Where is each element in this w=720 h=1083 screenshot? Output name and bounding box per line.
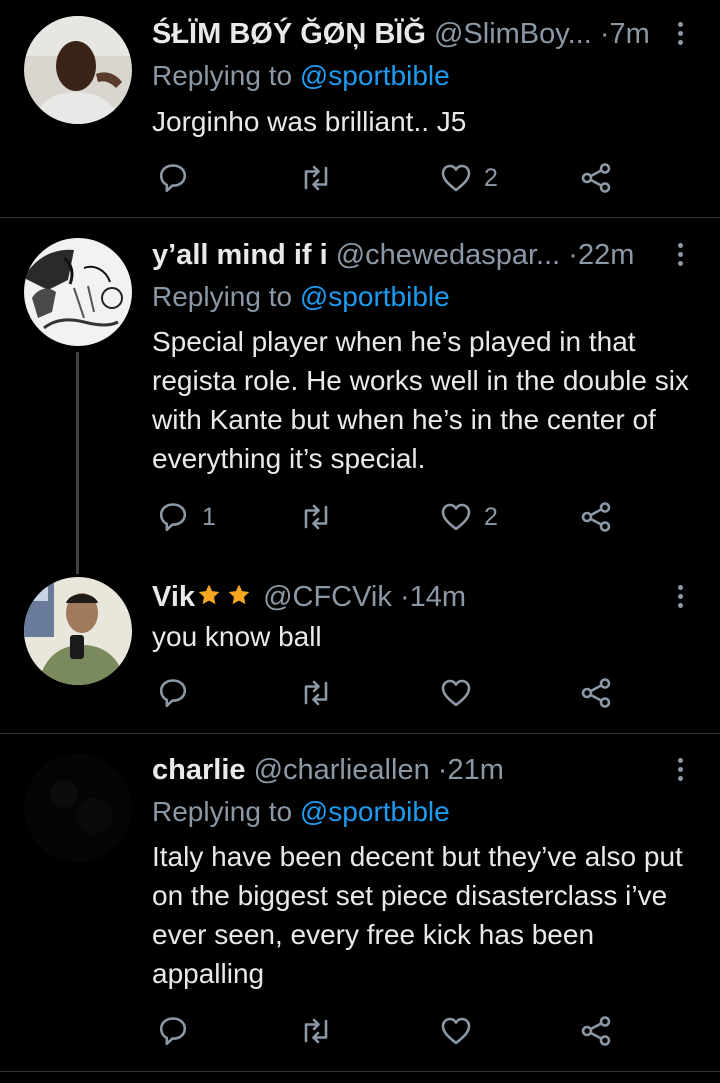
more-icon[interactable] xyxy=(672,20,688,50)
share-button[interactable] xyxy=(580,499,612,535)
retweet-button[interactable] xyxy=(300,675,344,711)
replying-to: Replying to @sportbible xyxy=(152,58,450,94)
display-name[interactable]: y’all mind if i xyxy=(152,239,328,271)
like-button[interactable] xyxy=(440,1013,484,1049)
tweet-header: charlie @charlieallen ·21m xyxy=(152,752,660,788)
retweet-icon xyxy=(304,504,328,530)
user-handle[interactable]: @CFCVik xyxy=(263,581,392,613)
reply-icon xyxy=(159,679,187,708)
reply-button[interactable] xyxy=(158,160,202,196)
mention-link[interactable]: @sportbible xyxy=(300,60,450,91)
tweet-text: you know ball xyxy=(152,621,322,652)
timestamp[interactable]: 7m xyxy=(610,18,650,50)
replying-to: Replying to @sportbible xyxy=(152,794,450,830)
tweet-text: Italy have been decent but they’ve also … xyxy=(152,841,683,989)
tweet-actions: 1 2 xyxy=(152,499,622,535)
tweet-header: y’all mind if i @chewedaspar... ·22m xyxy=(152,237,660,273)
user-handle[interactable]: @chewedaspar... xyxy=(336,239,561,271)
avatar[interactable] xyxy=(24,577,132,685)
tweet-actions xyxy=(152,675,622,711)
replying-to-label: Replying to xyxy=(152,796,293,827)
like-icon xyxy=(441,1017,471,1045)
more-icon[interactable] xyxy=(672,583,688,613)
replying-to-label: Replying to xyxy=(152,281,293,312)
replying-to: Replying to @sportbible xyxy=(152,279,450,315)
retweet-icon xyxy=(304,680,328,706)
more-icon[interactable] xyxy=(672,756,688,786)
timestamp[interactable]: 22m xyxy=(578,239,634,271)
reply-button[interactable] xyxy=(158,1013,202,1049)
mention-link[interactable]: @sportbible xyxy=(300,281,450,312)
like-count: 2 xyxy=(484,502,498,531)
share-icon xyxy=(581,678,611,708)
tweet-header: Vik @CFCVik ·14m xyxy=(152,579,660,618)
tweet-1[interactable]: ŚŁÏM BØÝ ĞØŅ BÏĞ @SlimBoy... ·7m Replyin… xyxy=(0,0,720,217)
share-button[interactable] xyxy=(580,675,612,711)
user-handle[interactable]: @charlieallen xyxy=(254,754,430,786)
share-icon xyxy=(581,163,611,193)
like-count: 2 xyxy=(484,163,498,192)
like-icon xyxy=(441,164,471,192)
retweet-button[interactable] xyxy=(300,1013,344,1049)
retweet-button[interactable] xyxy=(300,160,344,196)
like-button[interactable]: 2 xyxy=(440,160,498,196)
tweet-text: Jorginho was brilliant.. J5 xyxy=(152,106,467,137)
separator-dot: · xyxy=(399,581,410,613)
like-icon xyxy=(441,503,471,531)
retweet-icon xyxy=(304,1018,328,1044)
thread-line xyxy=(76,352,79,574)
like-icon xyxy=(441,679,471,707)
separator-dot: · xyxy=(568,239,578,271)
more-icon[interactable] xyxy=(672,241,688,271)
avatar[interactable] xyxy=(24,238,132,346)
replying-to-label: Replying to xyxy=(152,60,293,91)
like-button[interactable]: 2 xyxy=(440,499,498,535)
retweet-icon xyxy=(304,165,328,191)
avatar[interactable] xyxy=(24,754,132,862)
tweet-3[interactable]: Vik @CFCVik ·14m you know ball xyxy=(0,563,720,732)
share-button[interactable] xyxy=(580,1013,612,1049)
share-icon xyxy=(581,1016,611,1046)
mention-link[interactable]: @sportbible xyxy=(300,796,450,827)
user-handle[interactable]: @SlimBoy... xyxy=(434,18,592,50)
timestamp[interactable]: 14m xyxy=(410,581,466,613)
tweet-4[interactable]: charlie @charlieallen ·21m Replying to @… xyxy=(0,734,720,1070)
display-name[interactable]: charlie xyxy=(152,754,246,786)
star-emoji xyxy=(195,579,255,618)
tweet-text: Special player when he’s played in that … xyxy=(152,326,689,474)
share-button[interactable] xyxy=(580,160,612,196)
reply-button[interactable] xyxy=(158,675,202,711)
timestamp[interactable]: 21m xyxy=(447,754,503,786)
reply-count: 1 xyxy=(202,502,216,531)
display-name[interactable]: ŚŁÏM BØÝ ĞØŅ BÏĞ xyxy=(152,18,426,50)
avatar[interactable] xyxy=(24,16,132,124)
display-name[interactable]: Vik xyxy=(152,581,195,613)
reply-icon xyxy=(159,1017,187,1046)
share-icon xyxy=(581,502,611,532)
separator-dot: · xyxy=(599,18,610,50)
tweet-actions: 2 xyxy=(152,160,622,196)
reply-button[interactable]: 1 xyxy=(158,499,216,535)
reply-icon xyxy=(159,164,187,193)
tweet-actions xyxy=(152,1013,622,1049)
retweet-button[interactable] xyxy=(300,499,344,535)
reply-icon xyxy=(159,503,187,532)
separator-dot: · xyxy=(437,754,448,786)
divider xyxy=(0,1071,720,1072)
tweet-header: ŚŁÏM BØÝ ĞØŅ BÏĞ @SlimBoy... ·7m xyxy=(152,16,660,52)
like-button[interactable] xyxy=(440,675,484,711)
tweet-2[interactable]: y’all mind if i @chewedaspar... ·22m Rep… xyxy=(0,218,720,574)
